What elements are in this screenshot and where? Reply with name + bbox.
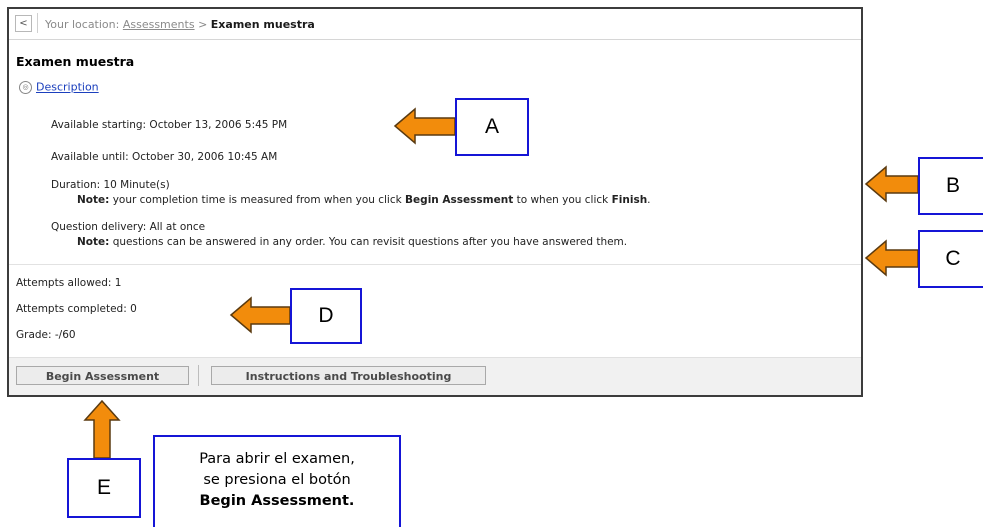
callout-c: C: [918, 230, 983, 288]
arrow-d-icon: [229, 296, 291, 334]
callout-e: E: [67, 458, 141, 518]
arrow-b-icon: [864, 165, 919, 203]
callout-e-line3: Begin Assessment.: [199, 493, 355, 509]
callout-e-line1: Para abrir el examen,: [199, 451, 355, 467]
arrow-c-icon: [864, 239, 919, 277]
callout-d: D: [290, 288, 362, 344]
annotation-arrows: [83, 107, 919, 459]
callout-e-explanation: Para abrir el examen, se presiona el bot…: [153, 435, 401, 527]
callout-b: B: [918, 157, 983, 215]
arrow-a-icon: [393, 107, 456, 145]
callout-e-line2: se presiona el botón: [203, 472, 351, 488]
callout-a: A: [455, 98, 529, 156]
arrow-e-icon: [83, 399, 121, 459]
